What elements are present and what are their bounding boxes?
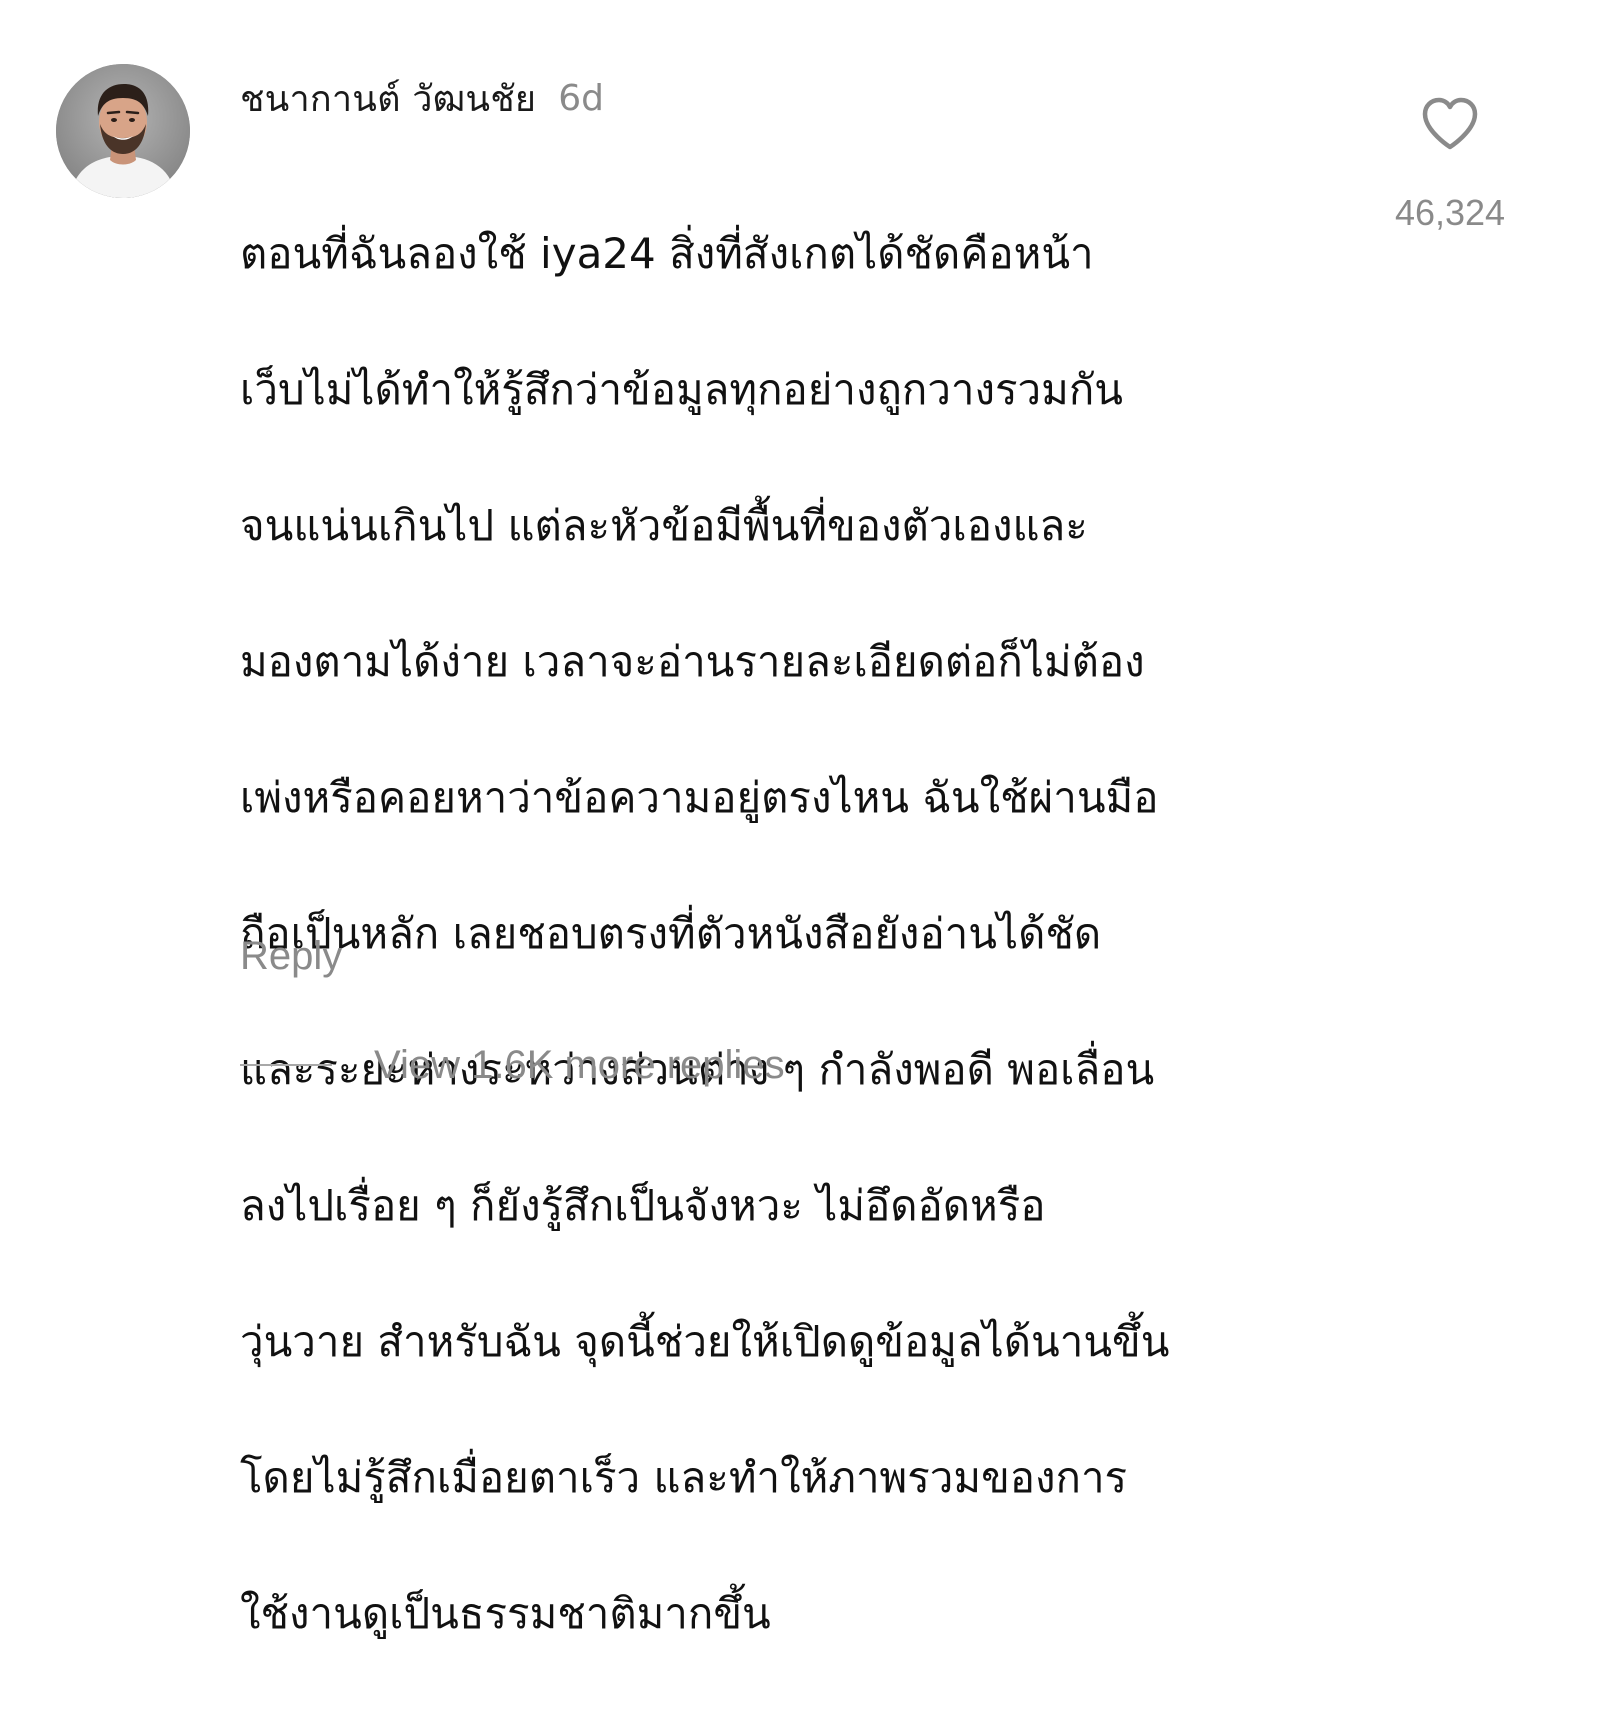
comment-line: เพ่งหรือคอยหาว่าข้อความอยู่ตรงไหน ฉันใช้… xyxy=(240,773,1159,822)
comment-card: ชนากานต์ วัฒนชัย 6d ตอนที่ฉันลองใช้ iya2… xyxy=(0,0,1600,1638)
user-avatar[interactable] xyxy=(56,64,190,198)
comment-line: จนแน่นเกินไป แต่ละหัวข้อมีพื้นที่ของตัวเ… xyxy=(240,501,1088,550)
like-count: 46,324 xyxy=(1394,192,1506,233)
view-replies-label: View 1.6K more replies xyxy=(374,1042,785,1087)
comment-line: โดยไม่รู้สึกเมื่อยตาเร็ว และทำให้ภาพรวมข… xyxy=(240,1453,1128,1502)
comment-timestamp: 6d xyxy=(558,77,604,119)
comment-line: ตอนที่ฉันลองใช้ iya24 สิ่งที่สังเกตได้ชั… xyxy=(240,229,1094,278)
avatar-photo-icon xyxy=(56,64,190,198)
heart-outline-icon[interactable] xyxy=(1420,96,1480,152)
comment-header: ชนากานต์ วัฒนชัย 6d xyxy=(240,72,604,124)
like-section: 46,324 xyxy=(1388,96,1512,234)
comment-line: เว็บไม่ได้ทำให้รู้สึกว่าข้อมูลทุกอย่างถู… xyxy=(240,365,1123,414)
replies-divider xyxy=(240,1064,332,1066)
comment-line: ลงไปเรื่อย ๆ ก็ยังรู้สึกเป็นจังหวะ ไม่อึ… xyxy=(240,1181,1046,1230)
comment-line: ใช้งานดูเป็นธรรมชาติมากขึ้น xyxy=(240,1589,771,1638)
comment-line: วุ่นวาย สำหรับฉัน จุดนี้ช่วยให้เปิดดูข้อ… xyxy=(240,1317,1170,1366)
comment-body: ตอนที่ฉันลองใช้ iya24 สิ่งที่สังเกตได้ชั… xyxy=(240,152,1320,1716)
comment-line: มองตามได้ง่าย เวลาจะอ่านรายละเอียดต่อก็ไ… xyxy=(240,637,1145,686)
comment-line: ถือเป็นหลัก เลยชอบตรงที่ตัวหนังสือยังอ่า… xyxy=(240,909,1102,958)
username[interactable]: ชนากานต์ วัฒนชัย xyxy=(240,70,536,127)
reply-button[interactable]: Reply xyxy=(240,934,342,979)
view-more-replies-button[interactable]: View 1.6K more replies xyxy=(240,1040,785,1090)
